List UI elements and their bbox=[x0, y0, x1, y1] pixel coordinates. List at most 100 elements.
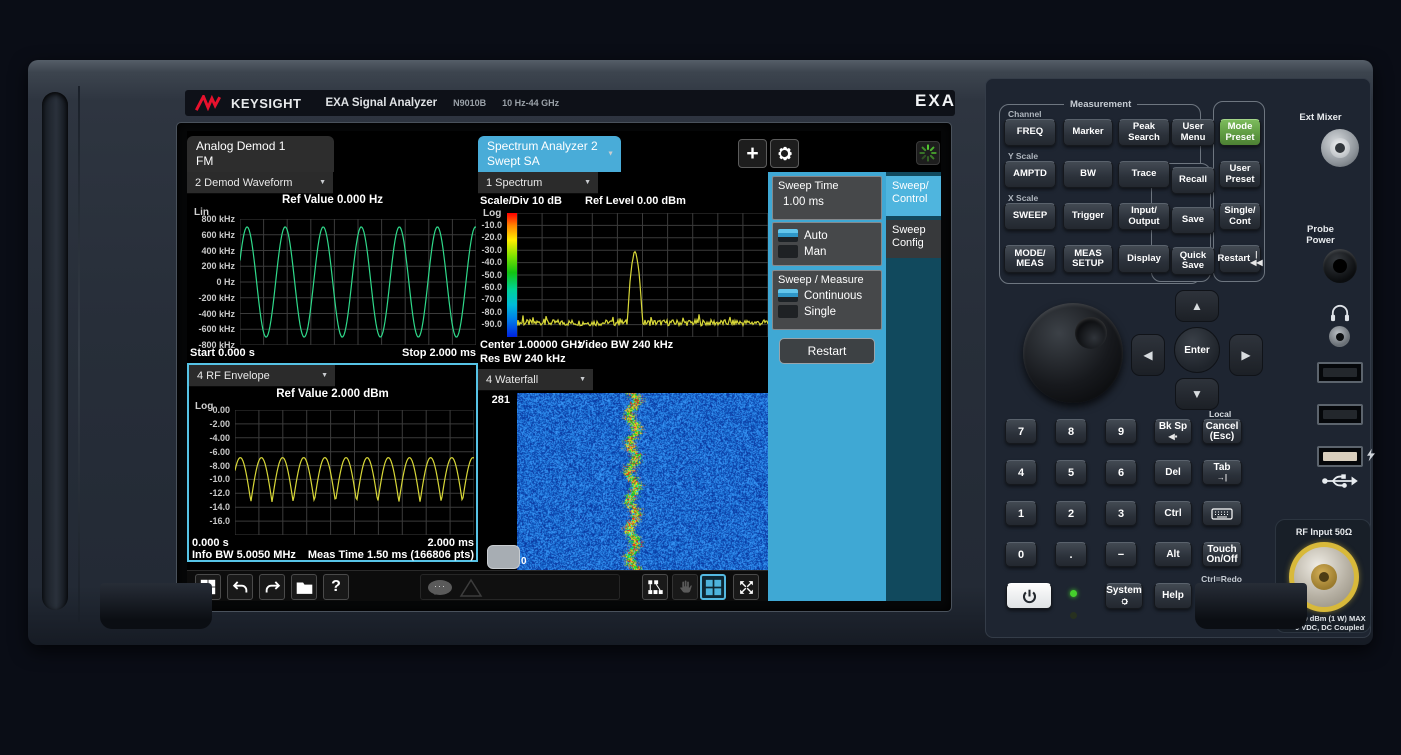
envelope-plot[interactable] bbox=[235, 410, 474, 535]
cancel-esc-key[interactable]: Cancel (Esc) bbox=[1202, 419, 1242, 444]
file-manager-button[interactable] bbox=[291, 574, 317, 600]
freq-button[interactable]: FREQ bbox=[1004, 119, 1056, 146]
view-selector-rf-envelope[interactable]: 4 RF Envelope bbox=[189, 365, 335, 387]
arrow-keypad: ▲ ▼ ◀ ▶ Enter bbox=[1137, 290, 1257, 410]
marker-button[interactable]: Marker bbox=[1063, 119, 1113, 146]
help-button-toolbar[interactable]: ? bbox=[323, 574, 349, 600]
single-cont-button[interactable]: Single/ Cont bbox=[1219, 203, 1261, 230]
single-option[interactable]: Single bbox=[778, 305, 876, 318]
axis-tick-label: -14.0 bbox=[209, 502, 230, 512]
view-selector-spectrum[interactable]: 1 Spectrum bbox=[478, 172, 598, 194]
rotary-knob[interactable] bbox=[1023, 303, 1123, 403]
probe-power-label: Probe Power bbox=[1269, 224, 1372, 246]
restart-hardkey-button[interactable]: Restart |◀◀ bbox=[1219, 245, 1261, 273]
tab-analog-demod[interactable]: Analog Demod 1 FM bbox=[187, 136, 334, 172]
key-decimal[interactable]: . bbox=[1055, 542, 1087, 567]
expand-arrows-icon bbox=[738, 579, 755, 596]
tab-label: Tab bbox=[1213, 463, 1230, 473]
system-key[interactable]: System bbox=[1105, 583, 1143, 609]
touch-screen[interactable]: Analog Demod 1 FM Spectrum Analyzer 2 Sw… bbox=[187, 131, 941, 601]
demod-waveform-plot[interactable] bbox=[240, 219, 476, 345]
bw-button[interactable]: BW bbox=[1063, 161, 1113, 188]
key-9[interactable]: 9 bbox=[1105, 419, 1137, 444]
key-4[interactable]: 4 bbox=[1005, 460, 1037, 485]
add-measurement-button[interactable]: + bbox=[738, 139, 767, 168]
busy-spinner bbox=[916, 141, 940, 165]
rf-envelope-window[interactable]: 4 RF Envelope Ref Value 2.000 dBm Log 0.… bbox=[187, 363, 478, 562]
redo-button[interactable] bbox=[259, 574, 285, 600]
subtab-sweep-control[interactable]: Sweep/ Control bbox=[886, 176, 941, 216]
save-button[interactable]: Save bbox=[1171, 207, 1215, 234]
axis-tick-label: -40.0 bbox=[481, 257, 502, 267]
undo-button[interactable] bbox=[227, 574, 253, 600]
key-6[interactable]: 6 bbox=[1105, 460, 1137, 485]
waterfall-display[interactable] bbox=[517, 393, 768, 570]
multi-window-layout-button[interactable] bbox=[700, 574, 726, 600]
subtab-sweep-config[interactable]: Sweep Config bbox=[886, 220, 941, 258]
touch-on-off-key[interactable]: Touch On/Off bbox=[1202, 542, 1242, 567]
connector-column: Ext Mixer Probe Power RF Input 50Ω bbox=[1269, 79, 1372, 639]
auto-option[interactable]: Auto bbox=[778, 229, 876, 242]
key-1[interactable]: 1 bbox=[1005, 501, 1037, 526]
settings-gear-button[interactable] bbox=[770, 139, 799, 168]
user-preset-button[interactable]: User Preset bbox=[1219, 161, 1261, 188]
delete-key[interactable]: Del bbox=[1154, 460, 1192, 485]
window-arrange-button[interactable] bbox=[642, 574, 668, 600]
quick-save-button[interactable]: Quick Save bbox=[1171, 247, 1215, 275]
meas-setup-button[interactable]: MEAS SETUP bbox=[1063, 245, 1113, 273]
amptd-button[interactable]: AMPTD bbox=[1004, 161, 1056, 188]
tab-spectrum-analyzer[interactable]: Spectrum Analyzer 2 Swept SA bbox=[478, 136, 621, 172]
help-key[interactable]: Help bbox=[1154, 583, 1192, 609]
mode-meas-button[interactable]: MODE/ MEAS bbox=[1004, 245, 1056, 273]
probe-power-connector bbox=[1323, 249, 1357, 283]
tab-key[interactable]: Tab→| bbox=[1202, 460, 1242, 485]
continuous-option[interactable]: Continuous bbox=[778, 289, 876, 302]
key-8[interactable]: 8 bbox=[1055, 419, 1087, 444]
arrow-up-key[interactable]: ▲ bbox=[1175, 290, 1219, 322]
key-7[interactable]: 7 bbox=[1005, 419, 1037, 444]
fullscreen-button[interactable] bbox=[733, 574, 759, 600]
arrow-down-key[interactable]: ▼ bbox=[1175, 378, 1219, 410]
axis-tick-label: -12.0 bbox=[209, 488, 230, 498]
power-button[interactable] bbox=[1006, 583, 1052, 609]
enter-key[interactable]: Enter bbox=[1174, 327, 1220, 373]
arrow-right-key[interactable]: ▶ bbox=[1229, 334, 1263, 376]
backspace-key[interactable]: Bk Sp◀▪ bbox=[1154, 419, 1192, 444]
axis-tick-label: -2.00 bbox=[209, 419, 230, 429]
menu-restart-button[interactable]: Restart bbox=[779, 338, 875, 364]
key-3[interactable]: 3 bbox=[1105, 501, 1137, 526]
key-0[interactable]: 0 bbox=[1005, 542, 1037, 567]
view-selector-waterfall[interactable]: 4 Waterfall bbox=[478, 369, 593, 391]
view-selector-demod-waveform[interactable]: 2 Demod Waveform bbox=[187, 172, 333, 194]
key-minus[interactable]: − bbox=[1105, 542, 1137, 567]
alt-key[interactable]: Alt bbox=[1154, 542, 1192, 567]
mode-preset-button[interactable]: Mode Preset bbox=[1219, 119, 1261, 146]
window-arrange-icon bbox=[647, 579, 664, 596]
spectrum-plot[interactable] bbox=[517, 213, 768, 337]
peak-search-button[interactable]: Peak Search bbox=[1118, 119, 1170, 146]
waterfall-scroll-handle[interactable] bbox=[487, 545, 520, 569]
sweep-time-auto-man-toggle[interactable]: Auto Man bbox=[772, 222, 882, 266]
key-5[interactable]: 5 bbox=[1055, 460, 1087, 485]
sweep-measure-toggle[interactable]: Sweep / Measure Continuous Single bbox=[772, 270, 882, 330]
annotation-input-area[interactable]: ··· bbox=[420, 574, 620, 600]
man-option[interactable]: Man bbox=[778, 245, 876, 258]
left-foot bbox=[100, 583, 212, 629]
recall-button[interactable]: Recall bbox=[1171, 167, 1215, 194]
arrow-left-key[interactable]: ◀ bbox=[1131, 334, 1165, 376]
ctrl-key[interactable]: Ctrl bbox=[1154, 501, 1192, 526]
key-2[interactable]: 2 bbox=[1055, 501, 1087, 526]
user-menu-button[interactable]: User Menu bbox=[1171, 119, 1215, 146]
trace-button[interactable]: Trace bbox=[1118, 161, 1170, 188]
display-button[interactable]: Display bbox=[1118, 245, 1170, 273]
onscreen-keyboard-key[interactable] bbox=[1202, 501, 1242, 526]
lightning-bolt-icon bbox=[1367, 448, 1375, 462]
view-selector-waterfall-label: 4 Waterfall bbox=[486, 374, 538, 386]
sweep-button[interactable]: SWEEP bbox=[1004, 203, 1056, 230]
input-output-button[interactable]: Input/ Output bbox=[1118, 203, 1170, 230]
trigger-button[interactable]: Trigger bbox=[1063, 203, 1113, 230]
touch-pan-button[interactable] bbox=[672, 574, 698, 600]
x-scale-section-label: X Scale bbox=[1008, 193, 1038, 203]
sweep-time-field[interactable]: Sweep Time 1.00 ms bbox=[772, 176, 882, 220]
skip-to-start-icon: |◀◀ bbox=[1250, 251, 1262, 267]
